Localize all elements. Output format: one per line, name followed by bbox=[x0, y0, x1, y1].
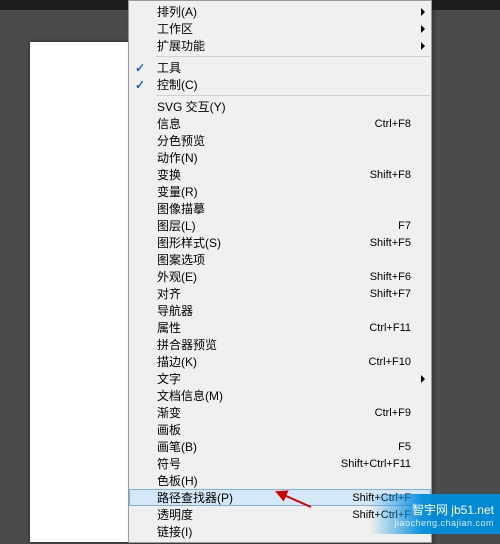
menu-item-label: 导航器 bbox=[157, 302, 411, 319]
menu-item[interactable]: 工作区 bbox=[129, 20, 431, 37]
menu-item-shortcut: Shift+F6 bbox=[370, 271, 411, 283]
watermark: 智宇网 jb51.net jiaocheng.chajian.com bbox=[370, 494, 500, 534]
menu-item-label: 工具 bbox=[157, 59, 411, 76]
menu-item[interactable]: 图层(L)F7 bbox=[129, 217, 431, 234]
menu-item[interactable]: 变换Shift+F8 bbox=[129, 166, 431, 183]
chevron-right-icon bbox=[421, 42, 425, 50]
menu-item[interactable]: 属性Ctrl+F11 bbox=[129, 319, 431, 336]
menu-item[interactable]: 外观(E)Shift+F6 bbox=[129, 268, 431, 285]
menu-item[interactable]: ✓ 工具 bbox=[129, 59, 431, 76]
menu-item-shortcut: F7 bbox=[398, 220, 411, 232]
watermark-line1: 智宇网 jb51.net bbox=[412, 501, 494, 518]
menu-item-label: 文字 bbox=[157, 370, 411, 387]
menu-item-shortcut: Ctrl+F8 bbox=[375, 118, 411, 130]
menu-separator bbox=[156, 56, 430, 57]
menu-item-label: 色板(H) bbox=[157, 472, 411, 489]
menu-item[interactable]: 画笔(B)F5 bbox=[129, 438, 431, 455]
menu-item-label: 图形样式(S) bbox=[157, 234, 370, 251]
menu-item[interactable]: 渐变Ctrl+F9 bbox=[129, 404, 431, 421]
menu-item-label: 动作(N) bbox=[157, 149, 411, 166]
menu-item-label: 透明度 bbox=[157, 506, 352, 523]
menu-item-label: 画笔(B) bbox=[157, 438, 398, 455]
menu-item-label: 描边(K) bbox=[157, 353, 369, 370]
menu-item[interactable]: 文字 bbox=[129, 370, 431, 387]
menu-item-label: 图案选项 bbox=[157, 251, 411, 268]
menu-item-label: 图像描摹 bbox=[157, 200, 411, 217]
menu-item-label: 图层(L) bbox=[157, 217, 398, 234]
menu-item-shortcut: Shift+F5 bbox=[370, 237, 411, 249]
menu-item[interactable]: 对齐Shift+F7 bbox=[129, 285, 431, 302]
menu-separator bbox=[156, 95, 430, 96]
menu-item[interactable]: 图案选项 bbox=[129, 251, 431, 268]
menu-item[interactable]: 图形样式(S)Shift+F5 bbox=[129, 234, 431, 251]
chevron-right-icon bbox=[421, 375, 425, 383]
window-menu[interactable]: 排列(A)工作区扩展功能✓工具✓控制(C)SVG 交互(Y)信息Ctrl+F8分… bbox=[128, 0, 432, 543]
menu-item-label: 符号 bbox=[157, 455, 341, 472]
chevron-right-icon bbox=[421, 25, 425, 33]
menu-item[interactable]: 符号Shift+Ctrl+F11 bbox=[129, 455, 431, 472]
menu-item[interactable]: 色板(H) bbox=[129, 472, 431, 489]
menu-item-label: 排列(A) bbox=[157, 3, 411, 20]
menu-item[interactable]: ✓ 控制(C) bbox=[129, 76, 431, 93]
menu-item[interactable]: 导航器 bbox=[129, 302, 431, 319]
menu-item[interactable]: 信息Ctrl+F8 bbox=[129, 115, 431, 132]
menu-item-label: 拼合器预览 bbox=[157, 336, 411, 353]
menu-item-label: 信息 bbox=[157, 115, 375, 132]
menu-item[interactable]: 画板 bbox=[129, 421, 431, 438]
menu-item[interactable]: 分色预览 bbox=[129, 132, 431, 149]
menu-item[interactable]: 描边(K)Ctrl+F10 bbox=[129, 353, 431, 370]
menu-item-label: 对齐 bbox=[157, 285, 370, 302]
menu-item-label: 文档信息(M) bbox=[157, 387, 411, 404]
menu-item[interactable]: 扩展功能 bbox=[129, 37, 431, 54]
menu-item-shortcut: Shift+F7 bbox=[370, 288, 411, 300]
menu-item[interactable]: 动作(N) bbox=[129, 149, 431, 166]
menu-item-label: 控制(C) bbox=[157, 76, 411, 93]
menu-item[interactable]: 变量(R) bbox=[129, 183, 431, 200]
document-canvas[interactable] bbox=[30, 42, 130, 542]
menu-item[interactable]: 排列(A) bbox=[129, 3, 431, 20]
check-icon: ✓ bbox=[135, 78, 145, 92]
menu-item-label: 变量(R) bbox=[157, 183, 411, 200]
menu-item[interactable]: SVG 交互(Y) bbox=[129, 98, 431, 115]
menu-item-label: 路径查找器(P) bbox=[157, 489, 352, 506]
menu-item-label: SVG 交互(Y) bbox=[157, 98, 411, 115]
menu-item-label: 扩展功能 bbox=[157, 37, 411, 54]
menu-item[interactable]: 文档信息(M) bbox=[129, 387, 431, 404]
menu-item-shortcut: Shift+F8 bbox=[370, 169, 411, 181]
menu-item-shortcut: Ctrl+F9 bbox=[375, 407, 411, 419]
menu-item-shortcut: F5 bbox=[398, 441, 411, 453]
menu-item-shortcut: Ctrl+F10 bbox=[369, 356, 412, 368]
chevron-right-icon bbox=[421, 8, 425, 16]
menu-item-label: 属性 bbox=[157, 319, 369, 336]
menu-item-label: 工作区 bbox=[157, 20, 411, 37]
menu-item[interactable]: 图像描摹 bbox=[129, 200, 431, 217]
check-icon: ✓ bbox=[135, 61, 145, 75]
watermark-line2: jiaocheng.chajian.com bbox=[394, 518, 494, 528]
menu-item-shortcut: Shift+Ctrl+F11 bbox=[341, 458, 411, 470]
menu-item-label: 变换 bbox=[157, 166, 370, 183]
menu-item-label: 分色预览 bbox=[157, 132, 411, 149]
menu-item-label: 渐变 bbox=[157, 404, 375, 421]
menu-item[interactable]: 拼合器预览 bbox=[129, 336, 431, 353]
menu-item-shortcut: Ctrl+F11 bbox=[369, 322, 411, 334]
menu-item-label: 画板 bbox=[157, 421, 411, 438]
menu-item-label: 外观(E) bbox=[157, 268, 370, 285]
